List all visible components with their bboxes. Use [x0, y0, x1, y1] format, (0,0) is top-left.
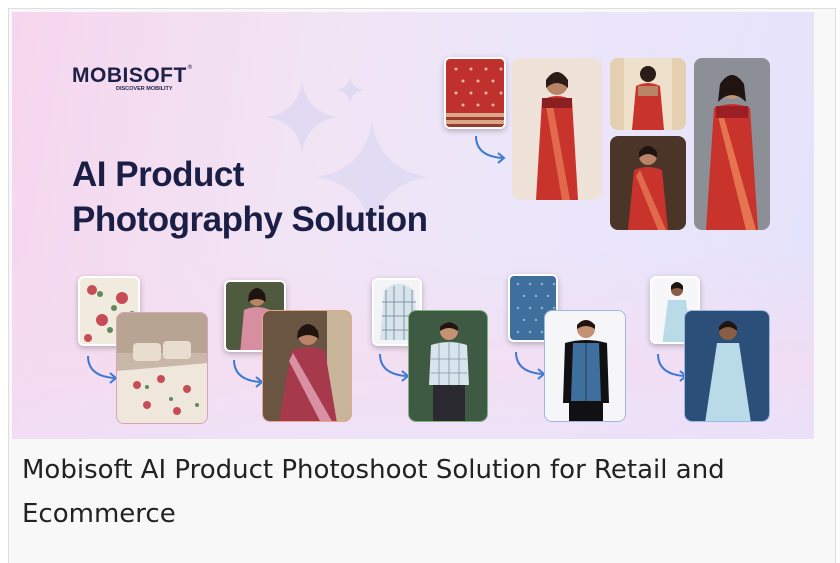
model-photo-saree-1: [512, 58, 602, 200]
mobisoft-logo: MOBISOFT® DISCOVER MOBILITY: [72, 64, 193, 92]
sparkle-icon: [337, 77, 363, 103]
logo-brand: MOBISOFT: [72, 64, 187, 87]
model-photo-dress: [684, 310, 770, 422]
headline-line-2: Photography Solution: [72, 200, 428, 239]
image-caption: Mobisoft AI Product Photoshoot Solution …: [22, 455, 725, 529]
model-photo-jacket: [544, 310, 626, 422]
banner-image: MOBISOFT® DISCOVER MOBILITY AI Product P…: [12, 12, 814, 439]
model-photo-shirt: [408, 310, 488, 422]
headline-line-1: AI Product: [72, 155, 244, 194]
curved-arrow-icon: [475, 135, 506, 164]
fabric-swatch-saree: [444, 57, 506, 129]
model-photo-saree-2: [610, 136, 686, 230]
model-photo-saree-3: [694, 58, 770, 230]
model-photo-saree-back: [610, 58, 686, 130]
headline: AI Product Photography Solution: [72, 152, 428, 242]
logo-registered: ®: [186, 64, 193, 71]
product-photo-bedsheet: [116, 312, 208, 424]
model-photo-kurta: [262, 310, 352, 422]
